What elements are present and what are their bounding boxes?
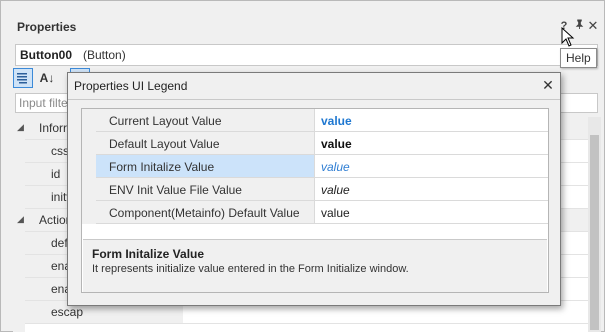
object-name: Button00 xyxy=(20,48,72,62)
legend-name: Component(Metainfo) Default Value xyxy=(109,206,300,220)
alphabetical-view-button[interactable]: A↓ xyxy=(37,68,57,88)
help-tooltip: Help xyxy=(560,48,597,68)
legend-name: ENV Init Value File Value xyxy=(109,183,242,197)
legend-value: value xyxy=(321,160,350,174)
legend-value: value xyxy=(321,183,350,197)
legend-table: Current Layout Value value Default Layou… xyxy=(81,108,549,293)
panel-close-button[interactable]: ✕ xyxy=(586,19,600,33)
categorized-icon xyxy=(17,73,27,84)
object-type: (Button) xyxy=(83,48,126,62)
category-label: Inforr xyxy=(39,121,68,135)
legend-row[interactable]: ENV Init Value File Value value xyxy=(82,178,548,201)
mouse-cursor-icon xyxy=(561,27,575,47)
property-name: id xyxy=(51,167,61,181)
legend-name: Default Layout Value xyxy=(109,137,220,151)
selected-object-bar[interactable]: Button00 (Button) xyxy=(15,44,598,66)
legend-name: Form Initalize Value xyxy=(109,160,215,174)
legend-row[interactable]: Component(Metainfo) Default Value value xyxy=(82,201,548,224)
legend-row[interactable]: Current Layout Value value xyxy=(82,109,548,132)
legend-value: value xyxy=(321,137,352,151)
collapse-arrow-icon[interactable]: ◢ xyxy=(17,214,24,225)
dialog-close-button[interactable]: ✕ xyxy=(540,77,556,93)
description-title: Form Initalize Value xyxy=(92,247,205,261)
legend-dialog: Properties UI Legend ✕ Current Layout Va… xyxy=(67,72,561,306)
panel-header: Properties ? ✕ xyxy=(1,1,604,41)
collapse-arrow-icon[interactable]: ◢ xyxy=(17,122,24,133)
property-name: escap xyxy=(51,305,84,319)
description-pane: Form Initalize Value It represents initi… xyxy=(83,239,547,292)
categorized-view-button[interactable] xyxy=(13,68,33,88)
description-text: It represents initialize value entered i… xyxy=(92,263,409,275)
sort-alpha-icon: A↓ xyxy=(39,71,55,85)
legend-value: value xyxy=(321,114,352,128)
vertical-scrollbar[interactable] xyxy=(588,117,601,332)
panel-title: Properties xyxy=(17,20,77,34)
legend-row-selected[interactable]: Form Initalize Value value xyxy=(82,155,548,178)
scrollbar-thumb[interactable] xyxy=(590,135,599,330)
dialog-title: Properties UI Legend xyxy=(74,79,188,93)
divider xyxy=(68,99,560,100)
legend-name: Current Layout Value xyxy=(109,114,222,128)
legend-row[interactable]: Default Layout Value value xyxy=(82,132,548,155)
legend-value: value xyxy=(321,206,350,220)
